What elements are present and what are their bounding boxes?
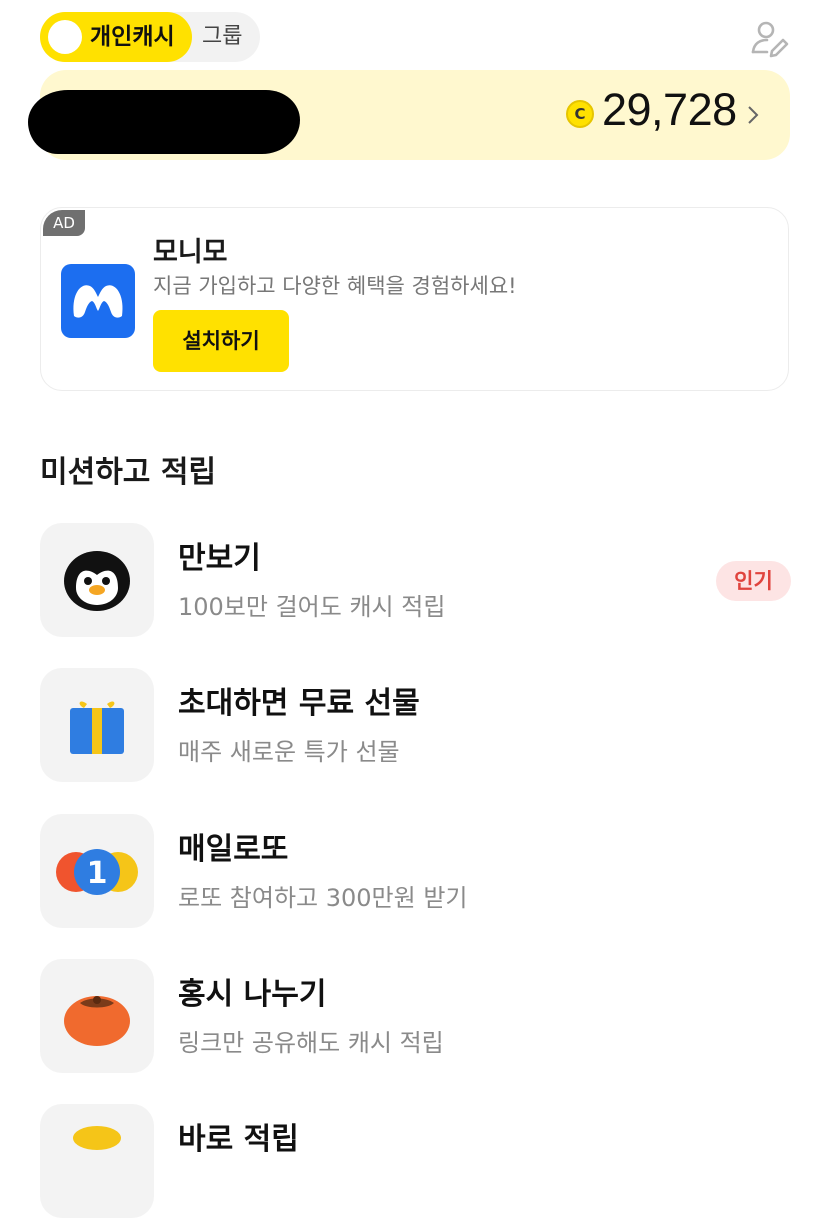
mission-subtitle: 링크만 공유해도 캐시 적립 <box>178 1029 444 1057</box>
cash-balance-bar[interactable]: C 29,728 <box>28 70 790 160</box>
mission-icon-tile <box>40 523 154 637</box>
persimmon-icon <box>64 996 130 1046</box>
ad-badge: AD <box>43 210 85 236</box>
popular-badge: 인기 <box>716 561 791 601</box>
monimo-m-icon <box>73 285 123 318</box>
ad-card[interactable]: AD 모니모 지금 가입하고 다양한 혜택을 경험하세요! 설치하기 <box>40 207 789 391</box>
mission-subtitle: 100보만 걸어도 캐시 적립 <box>178 593 446 621</box>
mission-icon-tile: 1 <box>40 814 154 928</box>
mission-title: 홍시 나누기 <box>178 977 327 1012</box>
profile-edit-button[interactable] <box>748 18 790 60</box>
mission-item-invite-gift[interactable]: 초대하면 무료 선물 매주 새로운 특가 선물 <box>40 668 800 782</box>
lotto-ball-icon: 1 <box>56 849 138 895</box>
mission-icon-tile <box>40 959 154 1073</box>
install-button[interactable]: 설치하기 <box>153 310 289 372</box>
tab-group[interactable]: 그룹 <box>202 12 242 62</box>
ad-title: 모니모 <box>153 237 228 268</box>
ad-description: 지금 가입하고 다양한 혜택을 경험하세요! <box>153 274 517 298</box>
penguin-icon <box>64 551 130 611</box>
tab-personal-cash[interactable]: 개인캐시 <box>40 12 192 62</box>
mission-item-pedometer[interactable]: 만보기 100보만 걸어도 캐시 적립 인기 <box>40 523 800 637</box>
mission-icon-tile <box>40 1104 154 1218</box>
mission-item-instant-earn[interactable]: 바로 적립 <box>40 1104 800 1218</box>
tab-personal-label: 개인캐시 <box>90 24 175 50</box>
monimo-logo <box>61 264 135 338</box>
gift-icon <box>70 701 124 754</box>
person-edit-icon <box>751 21 789 58</box>
mission-title: 바로 적립 <box>178 1122 299 1157</box>
coin-icon <box>73 1126 121 1150</box>
cash-balance-amount: 29,728 <box>602 84 737 135</box>
svg-text:1: 1 <box>87 856 108 891</box>
mission-item-persimmon-share[interactable]: 홍시 나누기 링크만 공유해도 캐시 적립 <box>40 959 800 1073</box>
mission-title: 매일로또 <box>178 832 289 867</box>
section-title: 미션하고 적립 <box>40 455 217 490</box>
mission-title: 만보기 <box>178 541 261 576</box>
toggle-knob <box>48 20 82 54</box>
mission-title: 초대하면 무료 선물 <box>178 686 420 721</box>
mission-item-daily-lotto[interactable]: 1 매일로또 로또 참여하고 300만원 받기 <box>40 814 800 928</box>
mission-icon-tile <box>40 668 154 782</box>
cash-coin-icon: C <box>566 100 594 128</box>
chevron-right-icon <box>748 106 759 124</box>
redacted-username <box>28 90 300 154</box>
cash-type-toggle: 개인캐시 그룹 <box>40 12 260 62</box>
mission-subtitle: 로또 참여하고 300만원 받기 <box>178 884 468 912</box>
mission-subtitle: 매주 새로운 특가 선물 <box>178 738 400 766</box>
